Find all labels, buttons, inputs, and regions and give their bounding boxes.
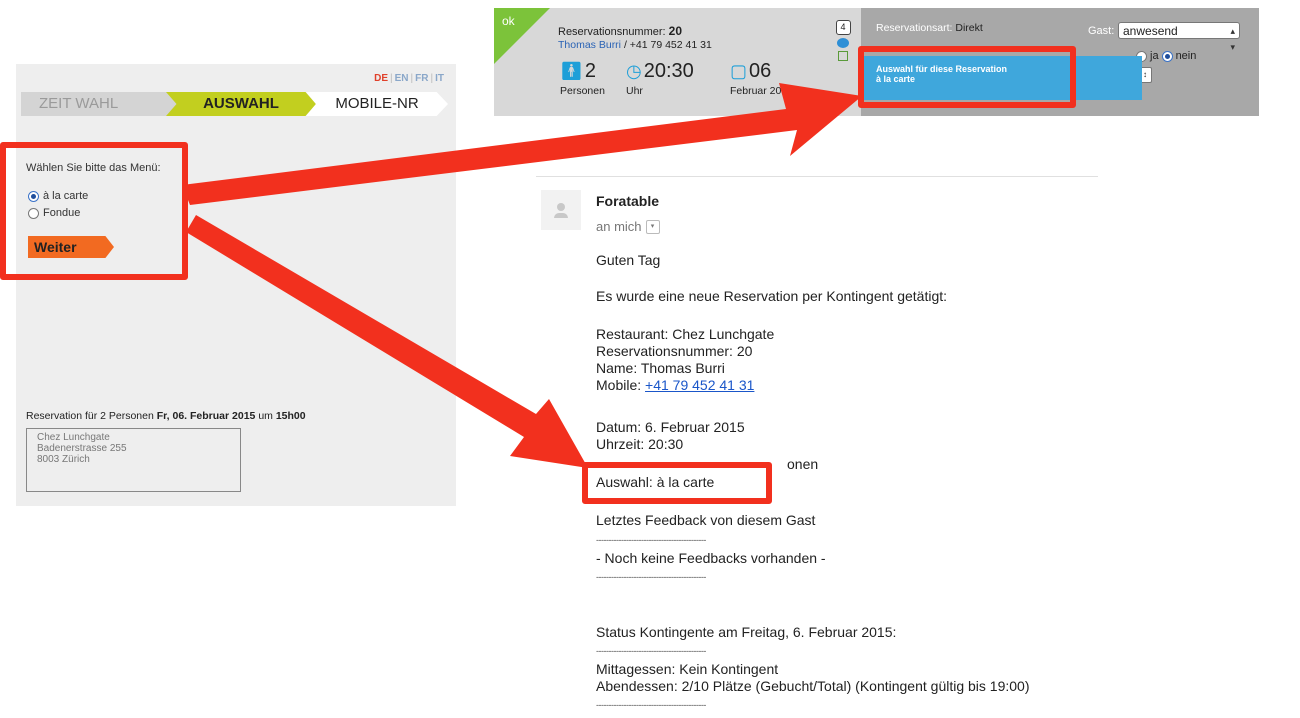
restaurant-address: Chez Lunchgate Badenerstrasse 255 8003 Z… [26,428,241,492]
lang-it[interactable]: IT [435,73,444,84]
email-lunch: Mittagessen: Kein Kontingent [596,661,779,677]
lang-fr[interactable]: FR [415,73,428,84]
ok-status-label: ok [502,14,515,28]
email-mobile: Mobile: +41 79 452 41 31 [596,377,755,393]
avatar-person-icon [557,203,565,211]
radio-selected-icon[interactable] [1161,50,1173,62]
booking-widget: DE | EN | FR | IT ZEIT WAHL AUSWAHL MOBILE-NR … [16,64,456,506]
dash-divider: ----------------------------------------… [596,535,706,545]
persons-label: Personen [560,85,605,97]
email-name: Name: Thomas Burri [596,360,725,376]
side-icons: 4 [835,20,851,61]
yes-no-radio: ja nein [1136,50,1196,62]
highlight-tooltip [858,46,1076,108]
reservation-type: Reservationsart: Direkt [876,22,983,34]
email-date: Datum: 6. Februar 2015 [596,419,745,435]
email-sender[interactable]: Foratable [596,193,659,209]
dash-divider: ----------------------------------------… [596,700,706,710]
reservation-time: ◷ 20:30 [626,60,694,82]
dash-divider: ----------------------------------------… [596,646,706,656]
clock-icon: ◷ [626,61,642,81]
email-greeting: Guten Tag [596,252,661,268]
mobile-link[interactable]: +41 79 452 41 31 [645,377,754,393]
step-zeit-wahl[interactable]: ZEIT WAHL [21,92,177,116]
language-switcher: DE | EN | FR | IT [374,73,444,84]
step-auswahl[interactable]: AUSWAHL [166,92,316,116]
email-status-title: Status Kontingente am Freitag, 6. Februa… [596,624,897,640]
count-badge[interactable]: 4 [835,20,851,35]
email-feedback-title: Letztes Feedback von diesem Gast [596,512,816,528]
calendar-icon: ▢ [730,61,748,81]
person-icon: 🚹︎ [560,61,583,81]
copy-icon[interactable] [838,51,848,61]
comment-icon[interactable] [837,38,849,48]
guest-status-select[interactable]: anwesend ▴ ▾ [1118,22,1240,52]
guest-status-label: Gast: [1088,25,1115,37]
dash-divider: ----------------------------------------… [596,572,706,582]
persons-count: 🚹︎ 2 [560,60,596,82]
email-divider [536,176,1098,177]
details-dropdown-icon[interactable]: ▾ [645,219,660,234]
highlight-email-selection [582,462,772,504]
step-mobile-nr[interactable]: MOBILE-NR [306,92,448,116]
reservation-day: ▢ 06 [730,60,772,82]
guest-contact: Thomas Burri / +41 79 452 41 31 [558,39,712,51]
email-time: Uhrzeit: 20:30 [596,436,684,452]
time-label: Uhr [626,85,643,97]
highlight-menu-selection [0,142,188,280]
guest-name-link[interactable]: Thomas Burri [558,39,621,51]
select-arrows-icon: ▴ ▾ [1230,26,1235,52]
email-intro: Es wurde eine neue Reservation per Konti… [596,288,948,304]
email-dinner: Abendessen: 2/10 Plätze (Gebucht/Total) … [596,678,1030,694]
month-label: Februar 2015 [730,85,794,97]
email-recipient: an mich ▾ [596,219,660,234]
lang-de[interactable]: DE [374,73,388,84]
email-resnum: Reservationsnummer: 20 [596,343,753,359]
email-no-feedback: - Noch keine Feedbacks vorhanden - [596,550,826,566]
sender-avatar [541,190,581,230]
reservation-summary: Reservation für 2 Personen Fr, 06. Febru… [26,410,306,422]
email-restaurant: Restaurant: Chez Lunchgate [596,326,775,342]
lang-en[interactable]: EN [395,73,409,84]
email-persons-partial: onen [787,456,819,472]
reservation-number: Reservationsnummer: 20 [558,24,683,38]
